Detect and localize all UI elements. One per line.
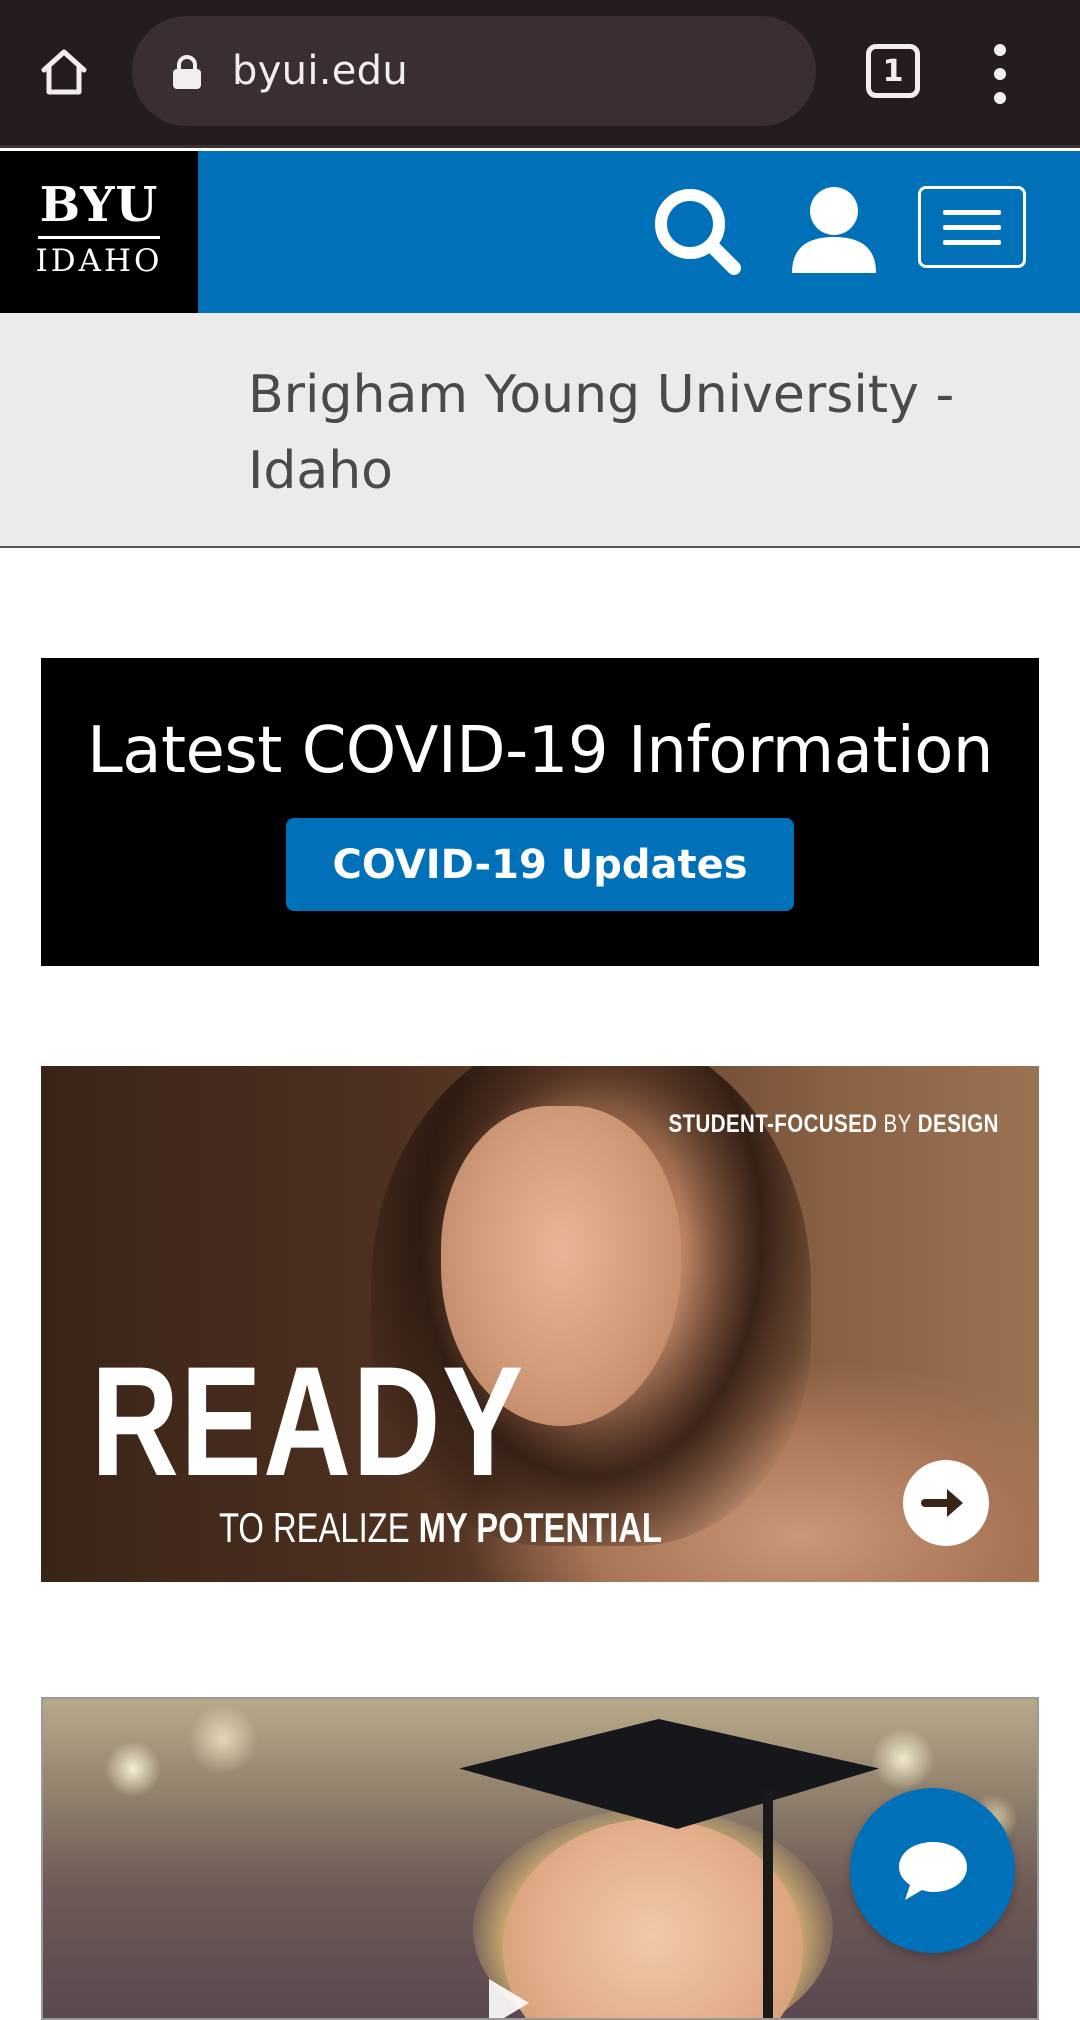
hamburger-menu-icon[interactable] [918, 186, 1026, 268]
hero-tagline: STUDENT-FOCUSED BY DESIGN [669, 1110, 999, 1139]
arrow-right-icon[interactable] [903, 1460, 989, 1546]
home-icon[interactable] [34, 42, 94, 102]
site-header: BYU IDAHO [0, 151, 1080, 313]
chat-bubble-icon[interactable] [850, 1788, 1015, 1953]
search-icon[interactable] [650, 184, 746, 280]
logo-idaho-text: IDAHO [35, 243, 163, 279]
byu-idaho-logo[interactable]: BYU IDAHO [0, 151, 198, 313]
user-icon[interactable] [786, 181, 882, 281]
hero-headline: READY [91, 1335, 525, 1509]
page-title: Brigham Young University - Idaho [248, 365, 955, 501]
hero-sub-bold: MY POTENTIAL [418, 1504, 662, 1551]
play-icon[interactable] [489, 1979, 529, 2018]
address-bar[interactable]: byui.edu [132, 16, 816, 126]
logo-byu-text: BYU [39, 177, 159, 233]
covid-heading: Latest COVID-19 Information [87, 714, 993, 788]
tab-switcher-icon[interactable]: 1 [866, 44, 920, 98]
url-text: byui.edu [232, 48, 408, 94]
hero-tagline-bold: STUDENT-FOCUSED [668, 1110, 878, 1138]
browser-toolbar: byui.edu 1 [0, 0, 1080, 148]
lock-icon [173, 55, 201, 89]
graduation-tassel [763, 1789, 773, 2018]
hero-tagline-end: DESIGN [917, 1110, 999, 1138]
covid-banner: Latest COVID-19 Information COVID-19 Upd… [41, 658, 1039, 966]
more-vert-icon[interactable] [985, 44, 1015, 104]
covid-updates-button[interactable]: COVID-19 Updates [286, 818, 794, 911]
logo-divider [38, 236, 160, 239]
page-title-band: Brigham Young University - Idaho [0, 313, 1080, 548]
hero-tagline-light: BY [883, 1110, 912, 1138]
hero-banner[interactable]: STUDENT-FOCUSED BY DESIGN READY TO REALI… [41, 1066, 1039, 1582]
graduation-cap [446, 1719, 889, 1829]
hero-subheadline: TO REALIZE MY POTENTIAL [219, 1504, 662, 1552]
hero-sub-light: TO REALIZE [219, 1504, 410, 1551]
